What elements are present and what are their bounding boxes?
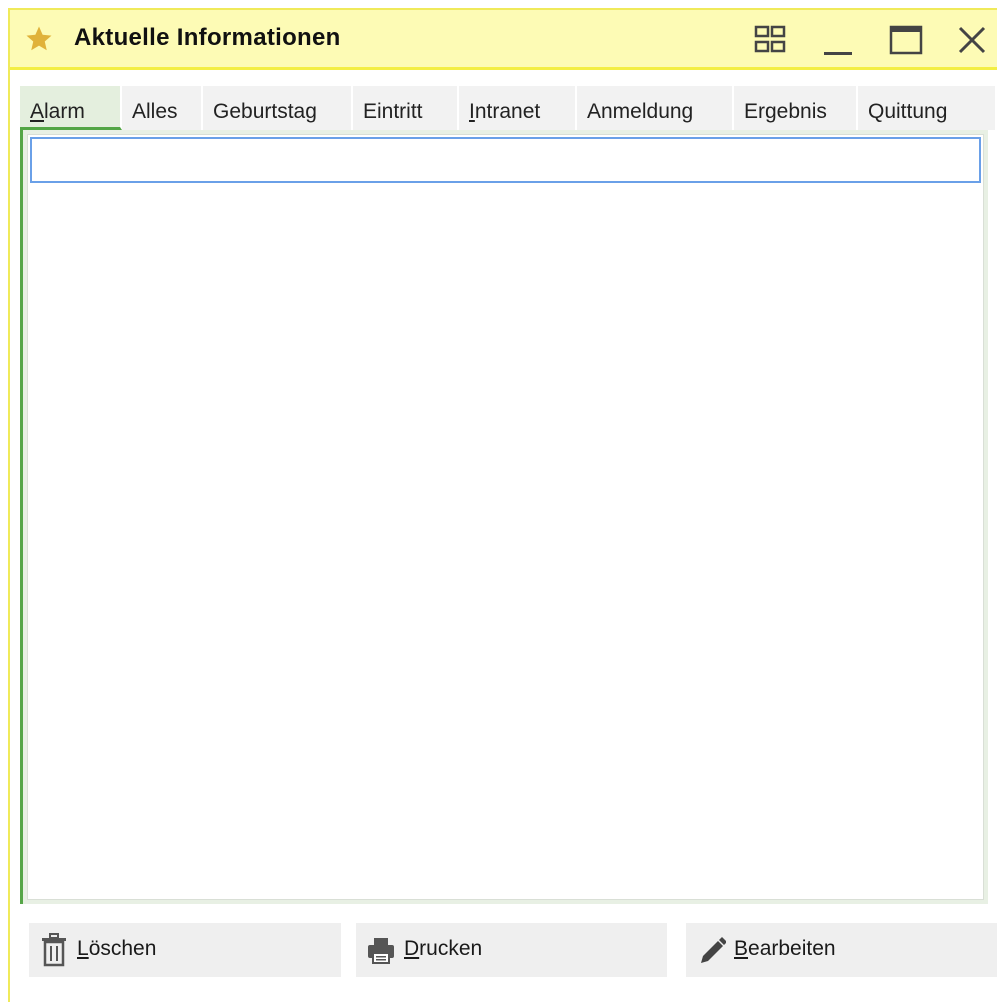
tab-eintritt[interactable]: Eintritt <box>353 86 459 130</box>
close-button[interactable] <box>952 20 992 60</box>
tab-label: Eintritt <box>363 100 423 123</box>
window-title: Aktuelle Informationen <box>74 24 341 51</box>
title-bar[interactable]: Aktuelle Informationen <box>10 10 997 70</box>
tab-access-key: A <box>30 100 45 123</box>
layout-grid-icon <box>754 25 786 53</box>
layout-grid-button[interactable] <box>750 20 790 60</box>
tab-quittung[interactable]: Quittung <box>858 86 997 130</box>
star-icon <box>26 26 52 51</box>
tab-label: Anmeldung <box>587 100 694 123</box>
trash-icon <box>42 933 66 967</box>
info-list[interactable] <box>27 134 984 900</box>
tab-geburtstag[interactable]: Geburtstag <box>203 86 353 130</box>
tab-label: Quittung <box>868 100 948 123</box>
tab-intranet[interactable]: Intranet <box>459 86 577 130</box>
tab-label: ntranet <box>474 100 541 123</box>
tab-label: larm <box>44 100 85 123</box>
minimize-icon <box>824 52 852 55</box>
edit-button[interactable]: Bearbeiten <box>686 923 997 977</box>
list-item-selected[interactable] <box>30 137 981 183</box>
delete-button-label: Löschen <box>77 937 157 960</box>
edit-button-label: Bearbeiten <box>734 937 836 960</box>
pencil-icon <box>701 937 726 963</box>
tab-content-panel <box>20 130 988 904</box>
delete-button[interactable]: Löschen <box>29 923 341 977</box>
tab-alles[interactable]: Alles <box>122 86 203 130</box>
minimize-button[interactable] <box>818 20 858 60</box>
maximize-icon <box>889 25 923 55</box>
tab-alarm[interactable]: Alarm <box>20 86 122 130</box>
close-icon <box>958 26 986 54</box>
print-button-label: Drucken <box>404 937 483 960</box>
tab-ergebnis[interactable]: Ergebnis <box>734 86 858 130</box>
tab-label: Ergebnis <box>744 100 827 123</box>
maximize-button[interactable] <box>886 20 926 60</box>
tab-anmeldung[interactable]: Anmeldung <box>577 86 734 130</box>
tab-label: Alles <box>132 100 178 123</box>
tab-bar: Alarm Alles Geburtstag Eintritt Intranet… <box>20 86 997 130</box>
printer-icon <box>368 938 394 964</box>
print-button[interactable]: Drucken <box>356 923 667 977</box>
tab-label: Geburtstag <box>213 100 317 123</box>
